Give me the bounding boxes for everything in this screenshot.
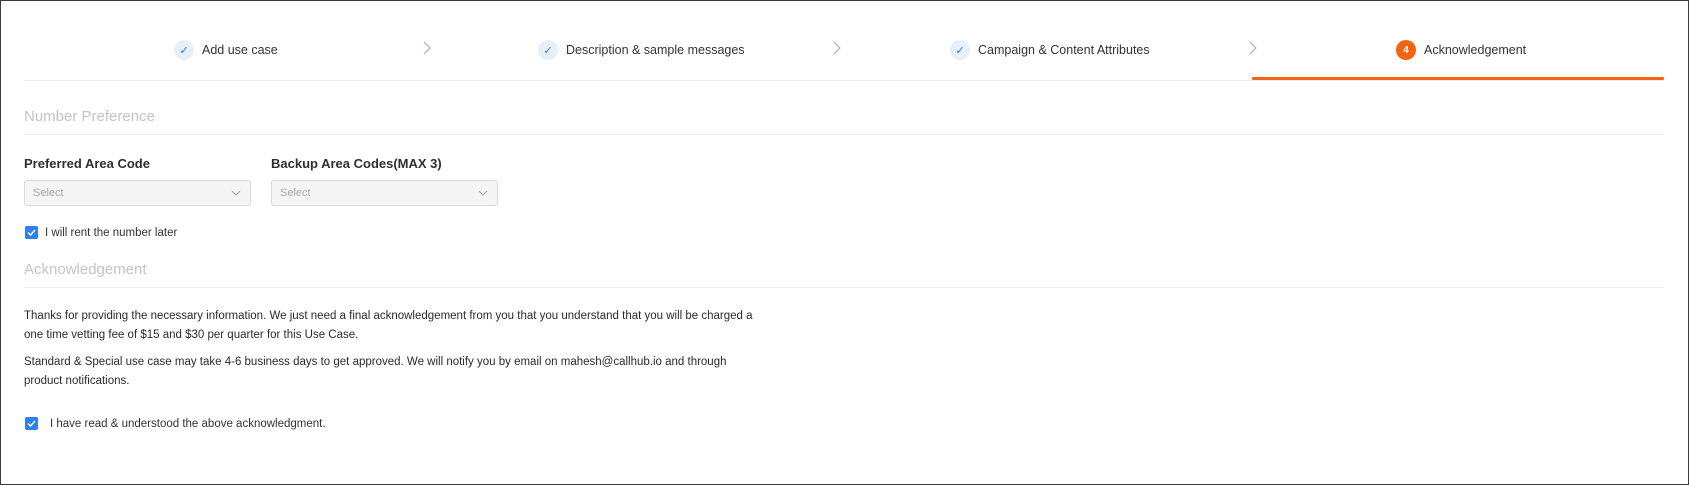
chevron-right-icon — [830, 37, 844, 59]
text-line: product notifications. — [24, 375, 130, 387]
chevron-down-icon — [477, 187, 489, 199]
active-step-indicator — [1252, 77, 1664, 80]
acknowledgement-confirm-label: I have read & understood the above ackno… — [50, 417, 326, 430]
backup-area-codes-label: Backup Area Codes(MAX 3) — [271, 156, 442, 171]
step-description-sample-messages[interactable]: ✓ Description & sample messages — [538, 39, 745, 61]
step-number-badge: 4 — [1396, 40, 1416, 60]
check-icon: ✓ — [950, 40, 970, 60]
text-line: Thanks for providing the necessary infor… — [24, 310, 753, 322]
acknowledgement-paragraph-1: Thanks for providing the necessary infor… — [24, 307, 784, 345]
preferred-area-code-select[interactable]: Select — [24, 180, 251, 206]
window-frame: ✓ Add use case ✓ Description & sample me… — [0, 0, 1689, 485]
step-campaign-content-attributes[interactable]: ✓ Campaign & Content Attributes — [950, 39, 1150, 61]
check-icon: ✓ — [538, 40, 558, 60]
step-label: Add use case — [202, 43, 278, 57]
select-placeholder: Select — [280, 187, 311, 199]
check-icon — [27, 229, 36, 236]
preferred-area-code-label: Preferred Area Code — [24, 156, 150, 171]
acknowledgement-paragraph-2: Standard & Special use case may take 4-6… — [24, 353, 784, 391]
chevron-right-icon — [420, 37, 434, 59]
step-acknowledgement[interactable]: 4 Acknowledgement — [1396, 39, 1526, 61]
step-label: Acknowledgement — [1424, 43, 1527, 57]
rent-later-checkbox[interactable] — [25, 226, 38, 239]
text-line: Standard & Special use case may take 4-6… — [24, 356, 727, 368]
divider — [24, 134, 1664, 135]
rent-later-label: I will rent the number later — [45, 226, 178, 239]
section-title-number-preference: Number Preference — [24, 108, 155, 125]
chevron-right-icon — [1246, 37, 1260, 59]
divider — [24, 287, 1664, 288]
text-line: one time vetting fee of $15 and $30 per … — [24, 329, 359, 341]
select-placeholder: Select — [33, 187, 64, 199]
check-icon: ✓ — [174, 40, 194, 60]
backup-area-codes-select[interactable]: Select — [271, 180, 498, 206]
step-label: Campaign & Content Attributes — [978, 43, 1150, 57]
step-label: Description & sample messages — [566, 43, 745, 57]
acknowledgement-confirm-checkbox[interactable] — [25, 417, 38, 430]
check-icon — [27, 420, 36, 427]
section-title-acknowledgement: Acknowledgement — [24, 261, 147, 278]
rent-later-option: I will rent the number later — [25, 226, 177, 239]
step-add-use-case[interactable]: ✓ Add use case — [174, 39, 278, 61]
stepper: ✓ Add use case ✓ Description & sample me… — [24, 25, 1664, 81]
acknowledgement-confirm-option: I have read & understood the above ackno… — [25, 417, 326, 430]
chevron-down-icon — [230, 187, 242, 199]
